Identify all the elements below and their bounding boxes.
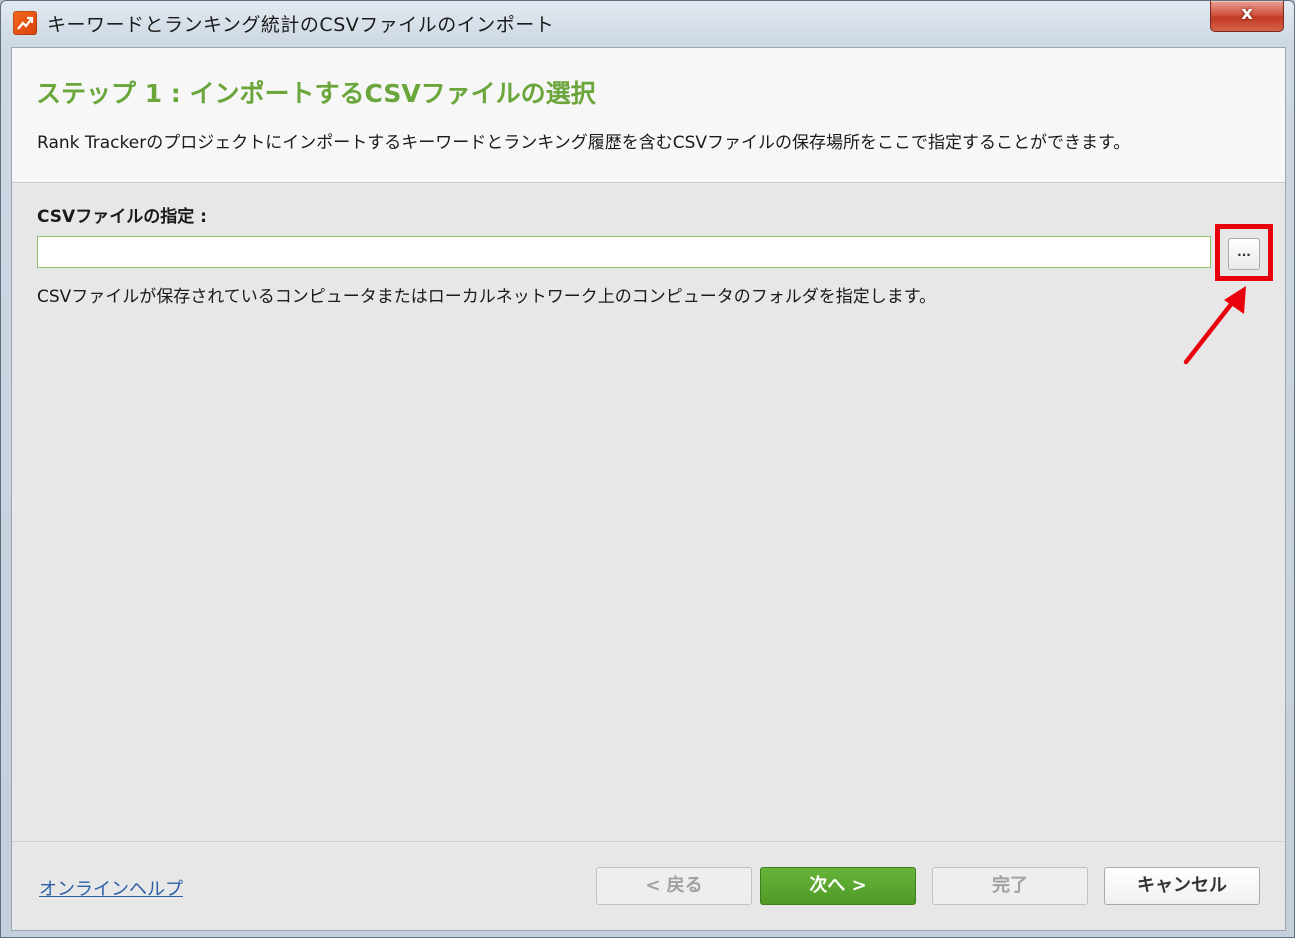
annotation-arrow-icon [1183, 286, 1246, 365]
close-button[interactable]: x [1210, 1, 1284, 32]
back-button[interactable]: < 戻る [596, 867, 752, 905]
dialog-footer: オンラインヘルプ < 戻る 次へ > 完了 キャンセル [12, 841, 1285, 930]
next-button[interactable]: 次へ > [760, 867, 916, 905]
csv-file-label: CSVファイルの指定 : [37, 207, 207, 227]
import-dialog-window: キーワードとランキング統計のCSVファイルのインポート x ステップ 1 : イ… [0, 0, 1295, 938]
step-header: ステップ 1 : インポートするCSVファイルの選択 Rank Trackerの… [12, 48, 1285, 183]
online-help-link[interactable]: オンラインヘルプ [39, 875, 183, 901]
csv-file-path-input[interactable] [37, 236, 1211, 268]
title-bar[interactable]: キーワードとランキング統計のCSVファイルのインポート x [1, 1, 1294, 45]
step-title: ステップ 1 : インポートするCSVファイルの選択 [36, 79, 596, 108]
csv-file-hint: CSVファイルが保存されているコンピュータまたはローカルネットワーク上のコンピュ… [37, 287, 937, 307]
close-icon: x [1241, 3, 1253, 24]
browse-button[interactable]: ... [1228, 238, 1260, 270]
dialog-content: ステップ 1 : インポートするCSVファイルの選択 Rank Trackerの… [11, 47, 1286, 931]
step-description: Rank Trackerのプロジェクトにインポートするキーワードとランキング履歴… [37, 133, 1131, 153]
cancel-button[interactable]: キャンセル [1104, 867, 1260, 905]
rank-tracker-app-icon [13, 11, 37, 35]
window-title: キーワードとランキング統計のCSVファイルのインポート [47, 14, 555, 36]
finish-button[interactable]: 完了 [932, 867, 1088, 905]
